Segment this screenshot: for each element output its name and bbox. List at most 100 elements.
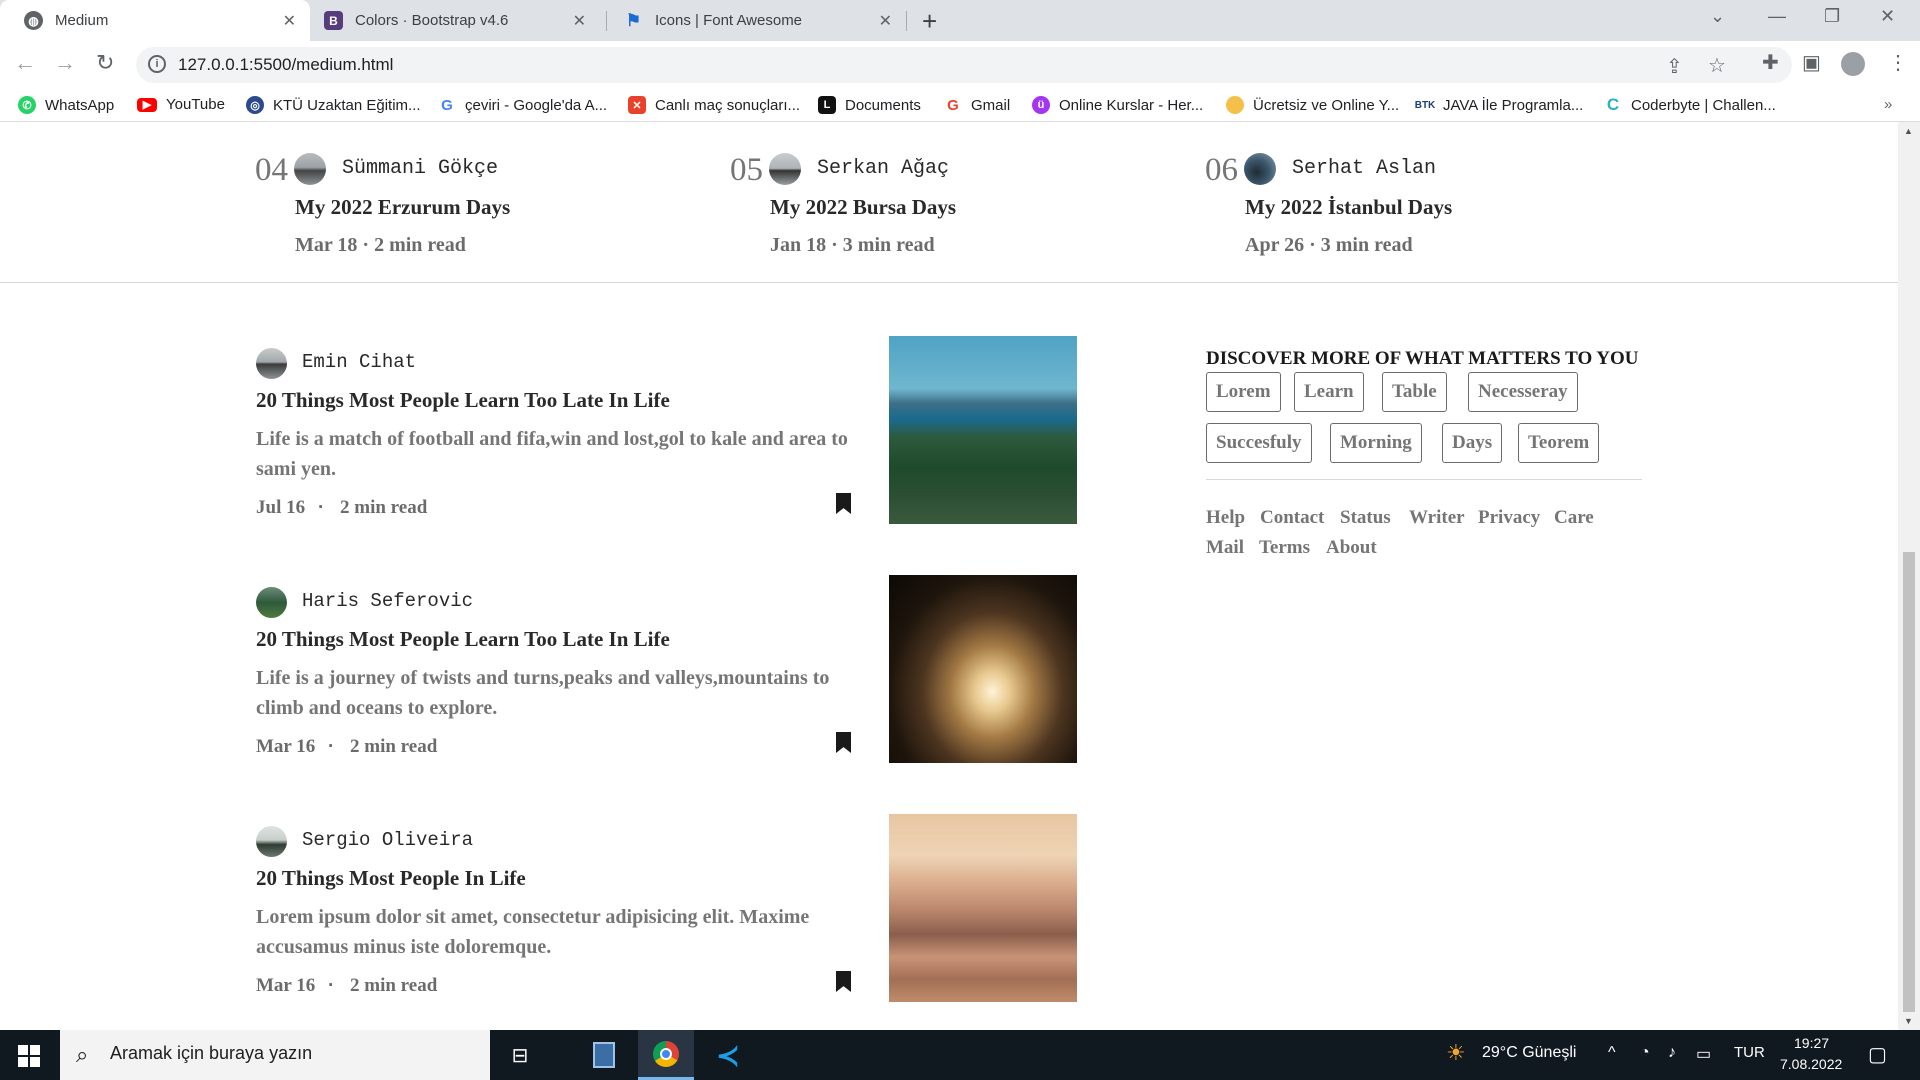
restore-button[interactable]: ❐ [1824,6,1840,27]
avatar [256,826,287,857]
bookmark-google-ceviri[interactable]: Gçeviri - Google'da A... [438,96,607,114]
trending-title[interactable]: My 2022 Bursa Days [770,195,956,220]
side-panel-icon[interactable]: ▣ [1802,50,1821,75]
tab-medium[interactable]: ◍ Medium ✕ [0,0,310,41]
address-bar[interactable]: i 127.0.0.1:5500/medium.html ⇪ ☆ [136,47,1792,83]
bookmark-icon[interactable] [836,732,851,753]
bookmark-java[interactable]: BTK JAVA İle Programla... [1415,96,1584,114]
trending-title[interactable]: My 2022 Erzurum Days [295,195,510,220]
topic-chip[interactable]: Days [1442,423,1503,463]
topic-chip[interactable]: Lorem [1206,372,1281,412]
bookmark-icon[interactable] [836,971,851,992]
weather-text[interactable]: 29°C Güneşli [1482,1044,1576,1062]
task-view-icon[interactable]: ⊟ [492,1030,548,1080]
calculator-icon[interactable] [576,1030,632,1080]
profile-avatar[interactable] [1841,52,1865,76]
post-author[interactable]: Haris Seferovic [302,590,473,612]
footer-link-terms[interactable]: Terms [1259,537,1310,559]
url-text[interactable]: 127.0.0.1:5500/medium.html [178,55,393,75]
post-title[interactable]: 20 Things Most People Learn Too Late In … [256,627,670,652]
bookmark-youtube[interactable]: ▶ YouTube [137,96,225,113]
footer-link-writer[interactable]: Writer [1409,507,1465,529]
footer-link-help[interactable]: Help [1206,507,1245,529]
bookmark-label: Documents [845,96,921,114]
back-arrow-icon[interactable]: ← [14,50,36,76]
bookmark-gmail[interactable]: G Gmail [944,96,1010,114]
post-author[interactable]: Sergio Oliveira [302,829,473,851]
post-thumbnail[interactable] [889,336,1077,524]
topic-chip[interactable]: Teorem [1518,423,1600,463]
meta-separator: · [328,736,335,757]
footer-link-status[interactable]: Status [1340,507,1391,529]
reload-icon[interactable]: ↻ [96,50,114,76]
star-icon[interactable]: ☆ [1708,53,1726,78]
post-author[interactable]: Emin Cihat [302,351,416,373]
bookmark-online-kurslar[interactable]: ü Online Kurslar - Her... [1032,96,1203,114]
scroll-up-icon[interactable]: ▲ [1904,126,1913,136]
bookmark-canli-mac[interactable]: ✕ Canlı maç sonuçları... [628,96,800,114]
bookmark-icon[interactable] [836,493,851,514]
topic-chip[interactable]: Necesseray [1468,372,1578,412]
new-tab-button[interactable]: + [922,6,937,37]
clock-date[interactable]: 7.08.2022 [1780,1056,1842,1072]
tab-bootstrap[interactable]: B Colors · Bootstrap v4.6 ✕ [300,0,600,41]
topic-chip[interactable]: Succesfuly [1206,423,1312,463]
footer-link-contact[interactable]: Contact [1260,507,1324,529]
share-icon[interactable]: ⇪ [1666,54,1683,79]
clock-time[interactable]: 19:27 [1794,1035,1829,1051]
post-title[interactable]: 20 Things Most People Learn Too Late In … [256,388,670,413]
chevron-up-icon[interactable]: ^ [1608,1044,1616,1062]
taskbar-search-box[interactable]: ⌕ Aramak için buraya yazın [60,1030,490,1080]
page-scrollbar[interactable]: ▲ ▼ [1898,122,1920,1030]
post-title[interactable]: 20 Things Most People In Life [256,866,526,891]
livescore-icon: ✕ [628,96,646,114]
network-icon[interactable]: ◔ [1640,1044,1650,1062]
topic-chip[interactable]: Morning [1330,423,1422,463]
bookmark-whatsapp[interactable]: ✆ WhatsApp [18,96,114,114]
menu-icon[interactable]: ⋮ [1888,50,1908,75]
trending-author[interactable]: Serkan Ağaç [817,157,949,180]
footer-link-privacy[interactable]: Privacy [1478,507,1540,529]
close-icon[interactable]: ✕ [573,11,586,31]
close-icon[interactable]: ✕ [879,11,892,31]
notification-icon[interactable]: ▢ [1868,1042,1887,1067]
volume-icon[interactable]: ♪ [1668,1044,1676,1062]
bookmarks-bar: ✆ WhatsApp ▶ YouTube ◎ KTÜ Uzaktan Eğitim..… [0,89,1920,122]
footer-link-about[interactable]: About [1326,537,1377,559]
tab-search-icon[interactable]: ⌄ [1710,6,1725,27]
search-icon: ⌕ [76,1042,89,1067]
battery-icon[interactable]: ▭ [1696,1044,1711,1064]
tab-font-awesome[interactable]: ⚑ Icons | Font Awesome ✕ [600,0,906,41]
scrollbar-thumb[interactable] [1903,552,1915,1012]
post-card[interactable]: Haris Seferovic 20 Things Most People Le… [256,575,1077,775]
close-window-button[interactable]: ✕ [1880,6,1895,27]
close-icon[interactable]: ✕ [283,11,296,31]
windows-start-icon[interactable] [18,1045,40,1067]
topic-chip[interactable]: Table [1382,372,1447,412]
minimize-button[interactable]: — [1768,6,1786,27]
forward-arrow-icon[interactable]: → [54,50,76,76]
footer-link-mail[interactable]: Mail [1206,537,1244,559]
bookmark-ktu[interactable]: ◎ KTÜ Uzaktan Eğitim... [246,96,421,114]
info-icon[interactable]: i [148,55,166,73]
post-card[interactable]: Sergio Oliveira 20 Things Most People In… [256,814,1077,1014]
bookmark-coderbyte[interactable]: C Coderbyte | Challen... [1604,95,1776,114]
post-card[interactable]: Emin Cihat 20 Things Most People Learn T… [256,336,1077,536]
language-indicator[interactable]: TUR [1734,1044,1765,1061]
topic-chip[interactable]: Learn [1294,372,1364,412]
scroll-down-icon[interactable]: ▼ [1904,1016,1913,1026]
vscode-icon[interactable]: ≺ [700,1030,756,1080]
chrome-icon[interactable] [638,1030,694,1080]
extensions-icon[interactable]: ✚ [1762,50,1779,75]
post-thumbnail[interactable] [889,575,1077,763]
footer-link-care[interactable]: Care [1554,507,1594,529]
bookmark-label: Canlı maç sonuçları... [655,96,801,114]
post-excerpt: Lorem ipsum dolor sit amet, consectetur … [256,906,810,958]
bookmark-documents[interactable]: L Documents [818,96,921,114]
bookmark-ucretsiz[interactable]: Ücretsiz ve Online Y... [1226,96,1399,114]
trending-author[interactable]: Sümmani Gökçe [342,157,498,180]
trending-author[interactable]: Serhat Aslan [1292,157,1436,180]
post-thumbnail[interactable] [889,814,1077,1002]
more-bookmarks-icon[interactable]: » [1884,96,1892,113]
trending-title[interactable]: My 2022 İstanbul Days [1245,195,1452,220]
